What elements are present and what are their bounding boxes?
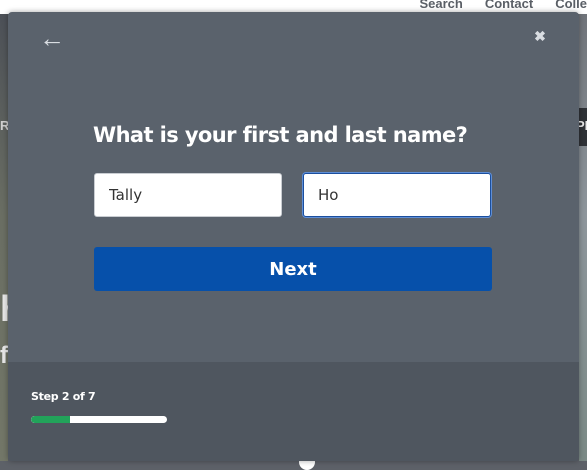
close-button[interactable]: ✖ (532, 28, 548, 44)
background-image-left (0, 14, 8, 461)
step-indicator: Step 2 of 7 (31, 390, 96, 403)
nav-link-collections[interactable]: Colle (555, 0, 587, 11)
name-step-modal: ← ✖ What is your first and last name? Ne… (8, 12, 579, 461)
nav-link-search[interactable]: Search (419, 0, 462, 11)
back-button[interactable]: ← (38, 25, 66, 51)
first-name-input[interactable] (94, 173, 282, 217)
arrow-left-icon: ← (39, 23, 65, 53)
background-image-right (579, 14, 587, 461)
progress-bar-fill (31, 416, 70, 423)
question-heading: What is your first and last name? (93, 123, 468, 147)
nav-link-contact[interactable]: Contact (485, 0, 533, 11)
close-icon: ✖ (534, 28, 546, 44)
progress-bar (31, 416, 167, 423)
modal-footer: Step 2 of 7 (8, 362, 579, 461)
next-button[interactable]: Next (94, 247, 492, 291)
background-nav: Search Contact Colle (419, 0, 587, 11)
last-name-input[interactable] (303, 173, 491, 217)
background-heading-fragment: f (0, 342, 8, 369)
